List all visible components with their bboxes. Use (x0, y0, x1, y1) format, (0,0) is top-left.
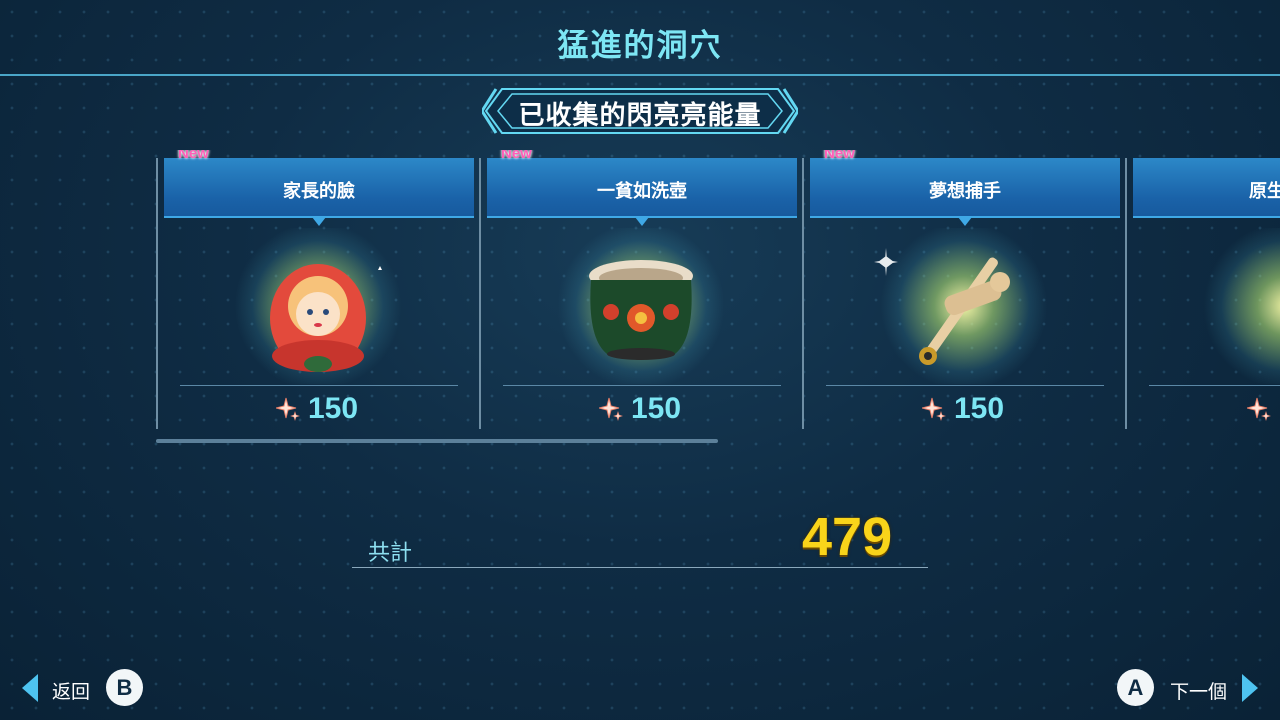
new-badge: New (501, 150, 532, 162)
banner-label: 已收集的閃亮亮能量 (518, 101, 762, 131)
item-value: 150 (954, 392, 1005, 425)
page-title: 猛進的洞穴 (557, 28, 723, 64)
matryoshka-doll-icon (228, 228, 408, 384)
blue-blob-icon (1197, 228, 1280, 384)
item-name: 一貧如洗壺 (597, 181, 687, 202)
painted-pot-icon (551, 228, 731, 384)
item-carousel[interactable]: 家長的臉 New 150 一貧如洗壺 New 150 夢想捕手 New 150 … (156, 150, 1280, 435)
card-divider (1149, 385, 1280, 386)
new-badge: New (178, 150, 209, 162)
back-label[interactable]: 返回 (52, 677, 90, 704)
item-value: 150 (631, 392, 682, 425)
card-divider (826, 385, 1104, 386)
total-label: 共計 (368, 541, 413, 566)
item-card[interactable]: 原生 (1125, 158, 1280, 429)
total-value: 479 (802, 507, 893, 567)
a-button-icon[interactable]: A (1117, 669, 1154, 706)
card-divider (180, 385, 458, 386)
scrollbar-thumb[interactable] (156, 439, 718, 443)
sparkle-icon (1247, 397, 1271, 421)
item-card-header: 夢想捕手 (810, 158, 1120, 226)
kendama-icon (874, 228, 1054, 384)
item-name: 原生 (1249, 181, 1280, 202)
left-arrow-icon[interactable] (22, 674, 38, 702)
sparkle-icon (599, 397, 623, 421)
carousel-scrollbar[interactable] (156, 439, 1280, 443)
b-button-icon[interactable]: B (106, 669, 143, 706)
item-name: 夢想捕手 (929, 181, 1001, 202)
card-divider (503, 385, 781, 386)
item-card[interactable]: 一貧如洗壺 New 150 (479, 150, 802, 429)
sparkle-icon (922, 397, 946, 421)
item-card-header: 原生 (1133, 158, 1280, 218)
sparkle-icon (276, 397, 300, 421)
right-arrow-icon[interactable] (1242, 674, 1258, 702)
next-label[interactable]: 下一個 (1170, 677, 1227, 704)
new-badge: New (824, 150, 855, 162)
item-card-header: 家長的臉 (164, 158, 474, 226)
item-card[interactable]: 家長的臉 New 150 (156, 150, 479, 429)
header-bar: 猛進的洞穴 (0, 0, 1280, 76)
item-name: 家長的臉 (283, 181, 355, 202)
item-value: 150 (308, 392, 359, 425)
item-card-header: 一貧如洗壺 (487, 158, 797, 226)
item-card[interactable]: 夢想捕手 New 150 (802, 150, 1125, 429)
collected-energy-banner: 已收集的閃亮亮能量 (482, 86, 798, 136)
total-underline (352, 567, 928, 568)
